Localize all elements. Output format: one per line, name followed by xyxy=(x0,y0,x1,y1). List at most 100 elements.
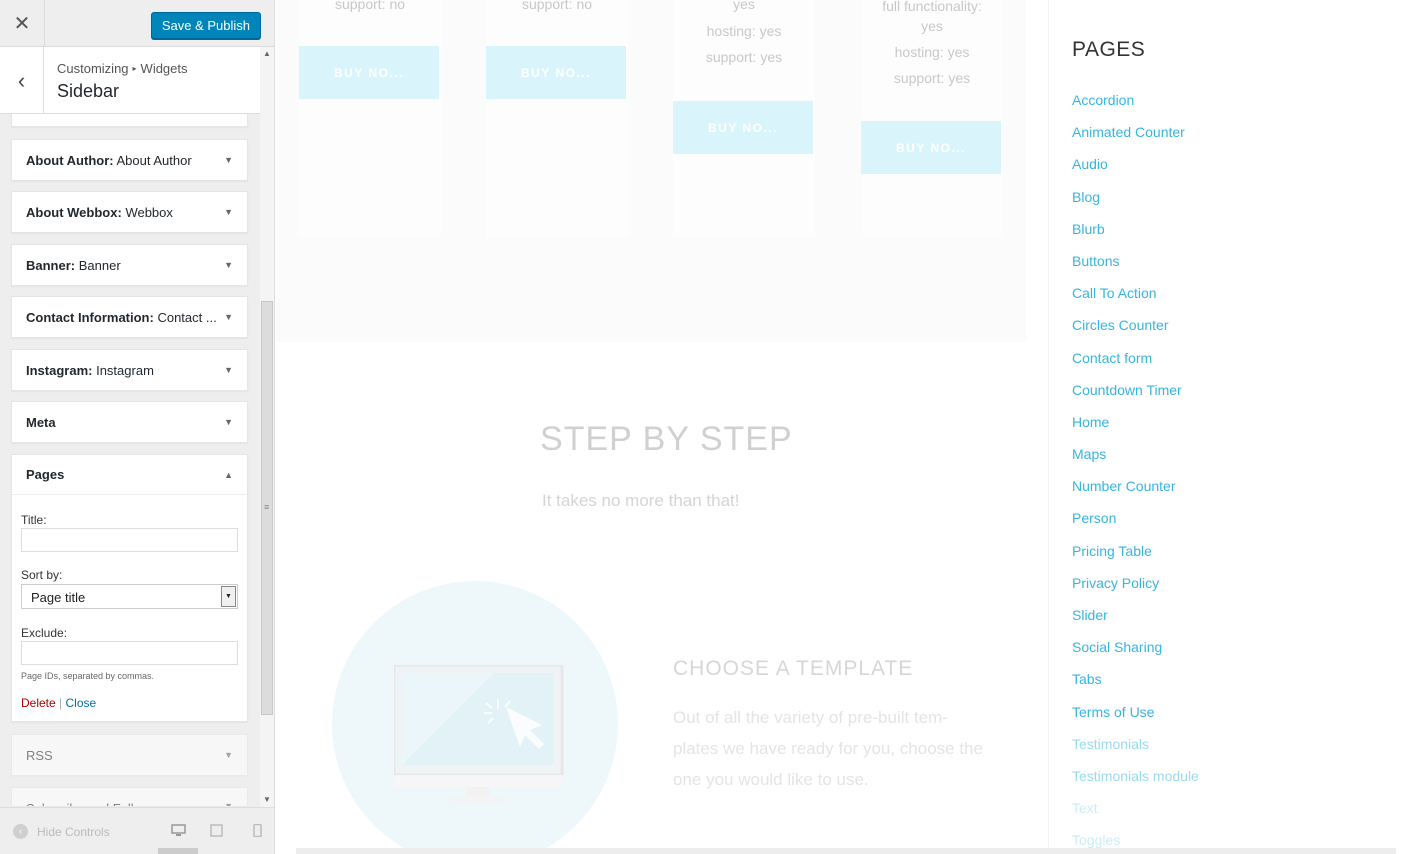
tablet-preview-icon[interactable] xyxy=(209,824,224,837)
pricing-column: support: no BUY NO... xyxy=(486,0,628,238)
sort-by-select[interactable]: Page title ▼ xyxy=(21,584,238,609)
widget-about-author[interactable]: About Author: About Author ▼ xyxy=(11,139,248,181)
page-link[interactable]: Buttons xyxy=(1072,253,1199,285)
scroll-thumb[interactable]: ≡ xyxy=(261,301,273,715)
page-link[interactable]: Testimonials module xyxy=(1072,768,1199,800)
expand-arrow-icon[interactable]: ▼ xyxy=(224,155,233,165)
save-publish-button[interactable]: Save & Publish xyxy=(150,12,261,39)
preview-bottom-edge xyxy=(296,848,1396,854)
page-link[interactable]: Maps xyxy=(1072,446,1199,478)
expand-arrow-icon[interactable]: ▼ xyxy=(224,750,233,760)
hide-controls-label: Hide Controls xyxy=(37,824,110,839)
section-heading: STEP BY STEP xyxy=(540,420,793,458)
pricing-feature: support: no xyxy=(521,0,593,12)
pages-widget-title: PAGES xyxy=(1072,38,1146,61)
page-link[interactable]: Slider xyxy=(1072,607,1199,639)
feature-heading: CHOOSE A TEMPLATE xyxy=(673,657,914,680)
pages-list: Accordion Animated Counter Audio Blog Bl… xyxy=(1072,92,1199,854)
preview-sidebar: PAGES Accordion Animated Counter Audio B… xyxy=(1048,0,1419,854)
delete-link[interactable]: Delete xyxy=(21,696,56,710)
page-link[interactable]: Tabs xyxy=(1072,671,1199,703)
page-link[interactable]: Terms of Use xyxy=(1072,704,1199,736)
grip-icon: ≡ xyxy=(264,502,270,512)
pricing-feature: support: no xyxy=(334,0,406,12)
close-link[interactable]: Close xyxy=(66,696,97,710)
buy-now-button[interactable]: BUY NO... xyxy=(673,101,813,154)
widget-pages-header[interactable]: Pages ▲ xyxy=(12,455,247,495)
title-input[interactable] xyxy=(21,528,238,552)
exclude-label: Exclude: xyxy=(21,626,68,640)
exclude-input[interactable] xyxy=(21,641,238,665)
widget-subscribe-follow[interactable]: Subscribe and Follow▼ xyxy=(11,787,248,807)
buy-now-button[interactable]: BUY NO... xyxy=(486,46,626,99)
expand-arrow-icon[interactable]: ▼ xyxy=(224,207,233,217)
action-separator: | xyxy=(59,696,63,710)
page-link[interactable]: Testimonials xyxy=(1072,736,1199,768)
pricing-feature: support: yes xyxy=(705,49,783,65)
widget-type: Contact Information: xyxy=(26,309,154,325)
page-link[interactable]: Number Counter xyxy=(1072,478,1199,510)
close-customizer-button[interactable]: ✕ xyxy=(0,0,45,47)
collapse-arrow-icon[interactable]: ▲ xyxy=(224,470,233,480)
page-link[interactable]: Contact form xyxy=(1072,350,1199,382)
hide-controls-button[interactable]: ‹ Hide Controls xyxy=(13,824,110,839)
page-link[interactable]: Social Sharing xyxy=(1072,639,1199,671)
collapse-icon: ‹ xyxy=(13,824,28,839)
widget-actions: Delete | Close xyxy=(21,696,96,710)
page-link[interactable]: Pricing Table xyxy=(1072,543,1199,575)
pricing-feature: support: yes xyxy=(893,70,971,86)
pricing-feature: hosting: yes xyxy=(894,44,970,60)
breadcrumb-root: Customizing xyxy=(57,61,129,76)
pricing-column: support: no BUY NO... xyxy=(299,0,441,238)
horizontal-scroll-thumb[interactable] xyxy=(158,848,198,854)
back-button[interactable]: ‹ xyxy=(0,47,44,114)
breadcrumb-separator-icon: ▸ xyxy=(132,64,137,73)
expand-arrow-icon[interactable]: ▼ xyxy=(224,260,233,270)
title-label: Title: xyxy=(21,513,47,527)
widget-contact-information[interactable]: Contact Information: Contact ... ▼ xyxy=(11,296,248,338)
buy-now-button[interactable]: BUY NO... xyxy=(861,121,1001,174)
pricing-column: full functionality: yes hosting: yes sup… xyxy=(861,0,1003,238)
expand-arrow-icon[interactable]: ▼ xyxy=(224,365,233,375)
page-link[interactable]: Blog xyxy=(1072,189,1199,221)
page-link[interactable]: Person xyxy=(1072,510,1199,542)
sort-by-value: Page title xyxy=(31,590,86,605)
widget-instance-name: Banner xyxy=(78,257,121,273)
page-link[interactable]: Text xyxy=(1072,800,1199,832)
page-link[interactable]: Accordion xyxy=(1072,92,1199,124)
widget-about-webbox[interactable]: About Webbox: Webbox ▼ xyxy=(11,191,248,233)
widget-meta[interactable]: Meta ▼ xyxy=(11,401,248,443)
buy-now-button[interactable]: BUY NO... xyxy=(299,46,439,99)
dropdown-arrow-icon[interactable]: ▼ xyxy=(221,586,236,607)
widget-type: Pages xyxy=(26,467,65,482)
widget-instance-name: About Author xyxy=(116,152,192,168)
expand-arrow-icon[interactable]: ▼ xyxy=(224,417,233,427)
page-link[interactable]: Countdown Timer xyxy=(1072,382,1199,414)
pricing-feature: yes xyxy=(921,18,943,34)
page-link[interactable]: Privacy Policy xyxy=(1072,575,1199,607)
pricing-feature: hosting: yes xyxy=(706,23,782,39)
panel-title: Sidebar xyxy=(57,81,120,101)
desktop-preview-icon[interactable] xyxy=(171,824,186,837)
page-link[interactable]: Blurb xyxy=(1072,221,1199,253)
sort-by-label: Sort by: xyxy=(21,568,63,582)
scroll-up-icon[interactable]: ▲ xyxy=(260,47,274,61)
widget-instagram[interactable]: Instagram: Instagram ▼ xyxy=(11,349,248,391)
page-link[interactable]: Animated Counter xyxy=(1072,124,1199,156)
page-link[interactable]: Home xyxy=(1072,414,1199,446)
page-link[interactable]: Circles Counter xyxy=(1072,317,1199,349)
widget-rss[interactable]: RSS ▼ xyxy=(11,734,248,776)
scroll-down-icon[interactable]: ▼ xyxy=(260,793,274,807)
expand-arrow-icon[interactable]: ▼ xyxy=(224,312,233,322)
widget-instance-name: Contact ... xyxy=(157,309,217,325)
widget-type: About Author: xyxy=(26,152,114,168)
widget-type: Meta xyxy=(26,414,56,430)
page-link[interactable]: Call To Action xyxy=(1072,285,1199,317)
widget-banner[interactable]: Banner: Banner ▼ xyxy=(11,244,248,286)
mobile-preview-icon[interactable] xyxy=(250,824,265,837)
page-link[interactable]: Audio xyxy=(1072,156,1199,188)
widget-cut-top xyxy=(11,114,248,127)
panel-scrollbar[interactable]: ▲ ≡ ▼ xyxy=(260,47,274,807)
pricing-feature: full functionality: xyxy=(882,0,982,14)
customizer-footer: ‹ Hide Controls xyxy=(0,807,274,854)
